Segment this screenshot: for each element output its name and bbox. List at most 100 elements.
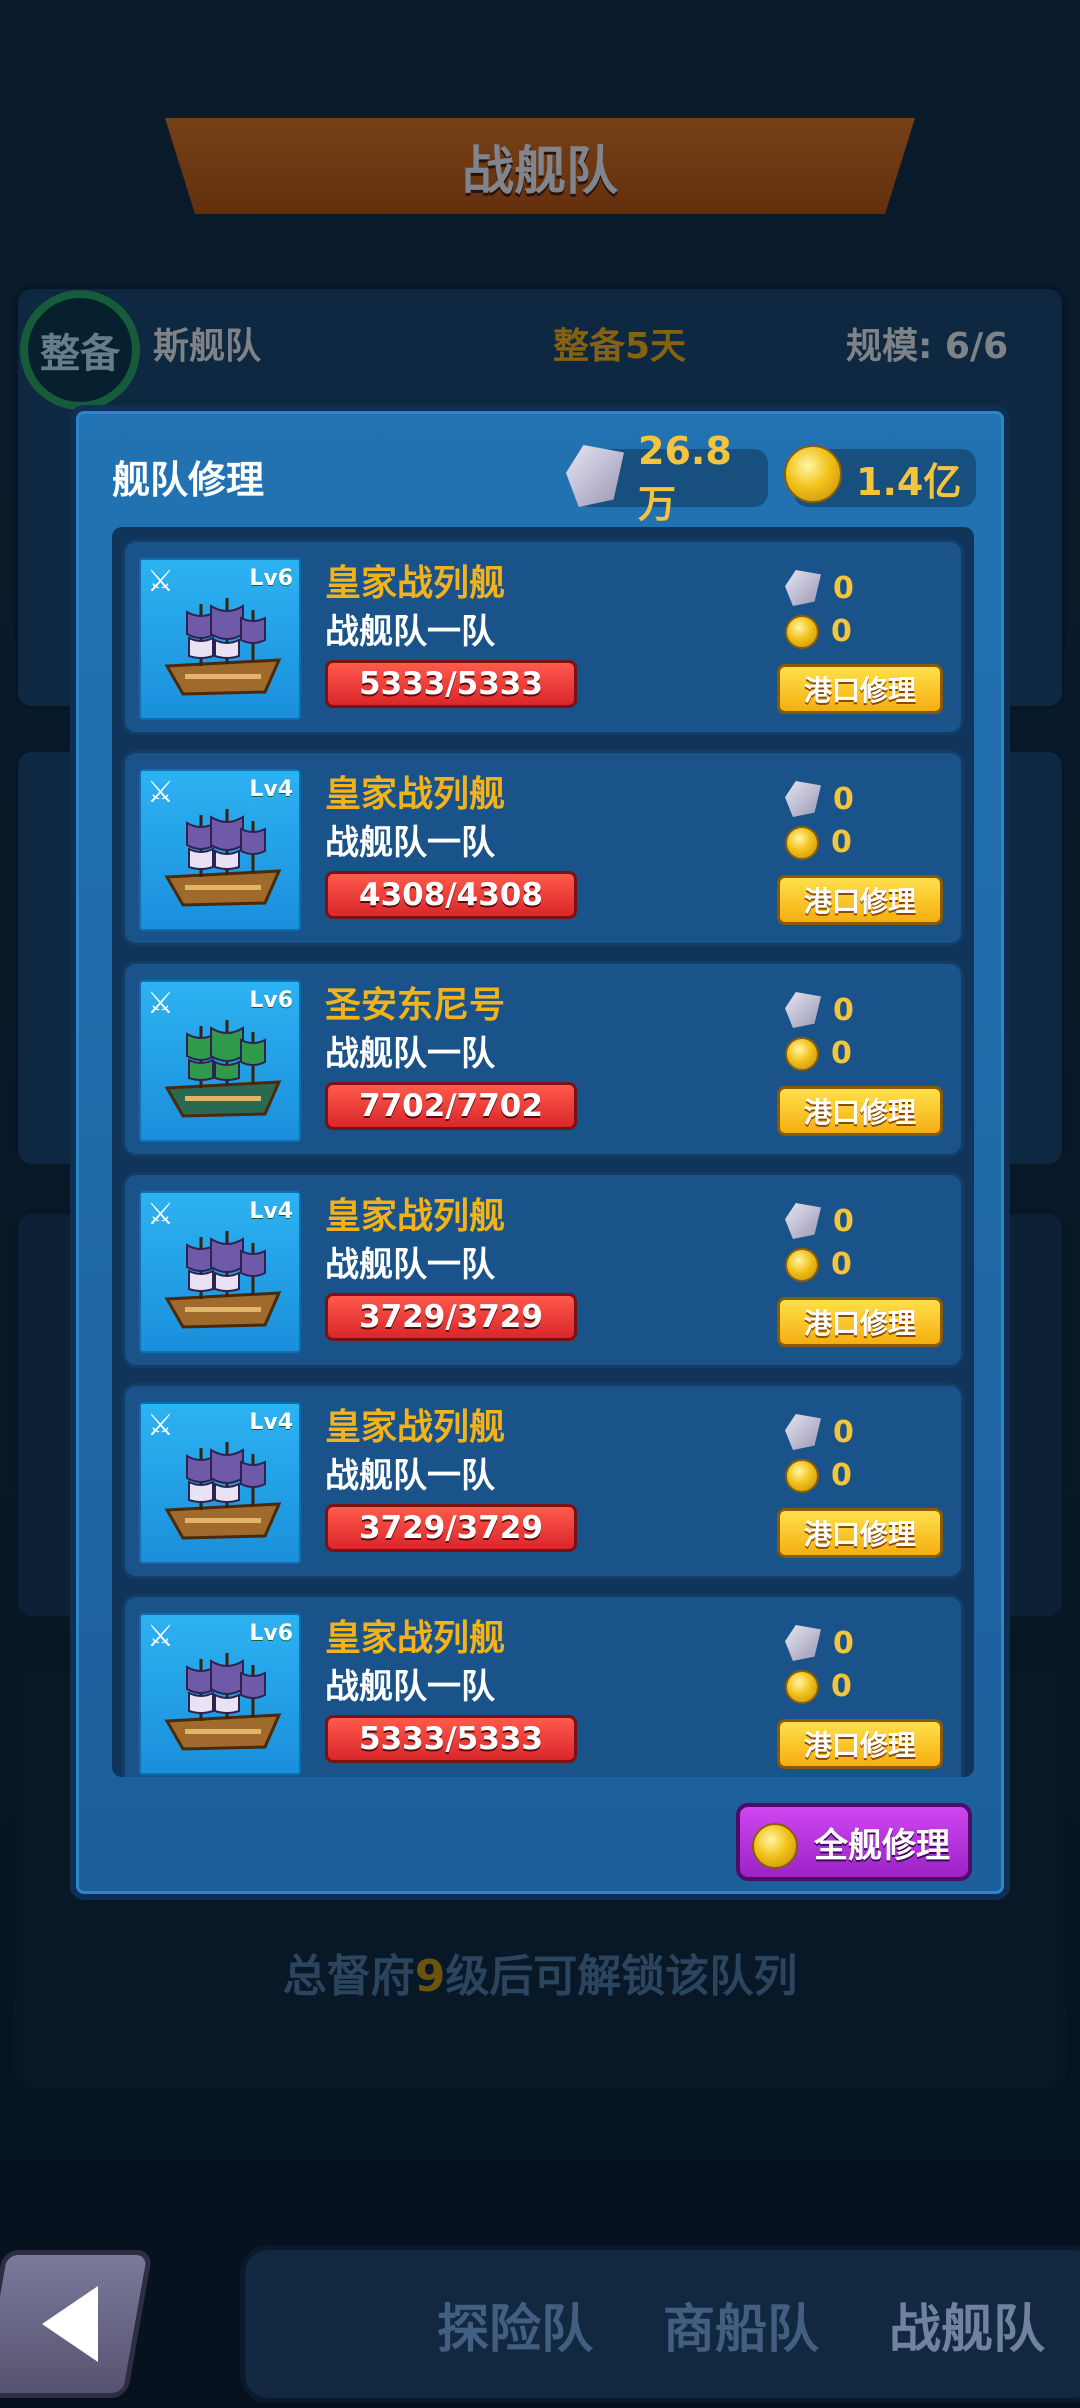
back-arrow-icon (42, 2286, 98, 2362)
coin-icon (785, 825, 819, 860)
gem-cost: 0 (785, 570, 854, 606)
fleet-repair-dialog: 舰队修理 26.8万 1.4亿 ⚔ Lv6 皇家战列舰 战舰队一队 5333/5… (70, 405, 1010, 1900)
gem-icon (785, 781, 821, 817)
coin-cost-value: 0 (831, 614, 852, 649)
ship-hp-bar: 4308/4308 (325, 871, 577, 919)
port-repair-button[interactable]: 港口修理 (777, 664, 943, 714)
coin-cost-value: 0 (831, 825, 852, 860)
port-repair-button[interactable]: 港口修理 (777, 1508, 943, 1558)
back-button[interactable] (0, 2250, 154, 2398)
ship-name: 皇家战列舰 (325, 1196, 506, 1237)
tab-merchant[interactable]: 商船队 (663, 2287, 819, 2362)
ship-fleet: 战舰队一队 (325, 823, 495, 863)
coin-icon (785, 614, 819, 649)
gem-amount: 26.8万 (638, 428, 732, 526)
coin-cost: 0 (785, 825, 852, 860)
gem-icon (785, 1625, 821, 1661)
coin-icon (785, 1458, 819, 1493)
gem-icon (785, 1203, 821, 1239)
gem-balance: 26.8万 (566, 429, 768, 526)
ship-fleet: 战舰队一队 (325, 1034, 495, 1074)
coin-amount: 1.4亿 (856, 459, 962, 504)
gem-cost-value: 0 (833, 1414, 854, 1450)
ship-portrait: ⚔ Lv4 (139, 1402, 301, 1564)
repair-all-button[interactable]: 全舰修理 (736, 1803, 972, 1881)
coin-icon (785, 1036, 819, 1071)
ship-fleet: 战舰队一队 (325, 1456, 495, 1496)
ship-name: 皇家战列舰 (325, 563, 506, 604)
coin-cost-value: 0 (831, 1669, 852, 1704)
gem-cost-value: 0 (833, 1625, 854, 1661)
gem-cost-value: 0 (833, 781, 854, 817)
coin-icon (752, 1823, 798, 1869)
coin-icon (785, 1247, 819, 1282)
gem-icon (566, 445, 624, 507)
gem-cost: 0 (785, 1625, 854, 1661)
ship-icon (164, 809, 282, 907)
ship-hp-bar: 7702/7702 (325, 1082, 577, 1130)
coin-cost: 0 (785, 614, 852, 649)
ship-level: Lv4 (249, 1199, 293, 1224)
coin-cost-value: 0 (831, 1247, 852, 1282)
gem-cost-value: 0 (833, 570, 854, 606)
coin-cost: 0 (785, 1036, 852, 1071)
ship-level: Lv4 (249, 777, 293, 802)
ship-portrait: ⚔ Lv6 (139, 980, 301, 1142)
ship-level: Lv6 (249, 1621, 293, 1646)
ship-portrait: ⚔ Lv4 (139, 1191, 301, 1353)
ship-list[interactable]: ⚔ Lv6 皇家战列舰 战舰队一队 5333/5333 0 0 港口修理 ⚔ L… (112, 527, 974, 1777)
coin-icon (784, 445, 842, 503)
ship-row: ⚔ Lv6 圣安东尼号 战舰队一队 7702/7702 0 0 港口修理 (122, 961, 964, 1157)
ship-level: Lv6 (249, 988, 293, 1013)
port-repair-button[interactable]: 港口修理 (777, 1297, 943, 1347)
gem-cost-value: 0 (833, 992, 854, 1028)
ship-level: Lv6 (249, 566, 293, 591)
ship-name: 圣安东尼号 (325, 985, 506, 1026)
gem-icon (785, 570, 821, 606)
port-repair-button[interactable]: 港口修理 (777, 1086, 943, 1136)
ship-row: ⚔ Lv4 皇家战列舰 战舰队一队 3729/3729 0 0 港口修理 (122, 1383, 964, 1579)
gem-cost-value: 0 (833, 1203, 854, 1239)
ship-fleet: 战舰队一队 (325, 1245, 495, 1285)
ship-fleet: 战舰队一队 (325, 1667, 495, 1707)
ship-portrait: ⚔ Lv4 (139, 769, 301, 931)
ship-fleet: 战舰队一队 (325, 612, 495, 652)
dialog-title: 舰队修理 (112, 458, 265, 502)
ship-icon (164, 598, 282, 696)
ship-hp-bar: 3729/3729 (325, 1504, 577, 1552)
coin-cost: 0 (785, 1669, 852, 1704)
coin-icon (785, 1669, 819, 1704)
port-repair-button[interactable]: 港口修理 (777, 875, 943, 925)
repair-all-label: 全舰修理 (814, 1825, 950, 1866)
gem-icon (785, 1414, 821, 1450)
coin-cost-value: 0 (831, 1036, 852, 1071)
coin-cost: 0 (785, 1247, 852, 1282)
ship-row: ⚔ Lv6 皇家战列舰 战舰队一队 5333/5333 0 0 港口修理 (122, 1594, 964, 1777)
port-repair-button[interactable]: 港口修理 (777, 1719, 943, 1769)
tab-warship[interactable]: 战舰队 (889, 2287, 1045, 2362)
fleet-tab-bar: 探险队 商船队 战舰队 (240, 2245, 1080, 2403)
gem-cost: 0 (785, 1203, 854, 1239)
ship-icon (164, 1653, 282, 1751)
coin-cost: 0 (785, 1458, 852, 1493)
ship-row: ⚔ Lv6 皇家战列舰 战舰队一队 5333/5333 0 0 港口修理 (122, 539, 964, 735)
ship-row: ⚔ Lv4 皇家战列舰 战舰队一队 3729/3729 0 0 港口修理 (122, 1172, 964, 1368)
ship-hp-bar: 5333/5333 (325, 660, 577, 708)
ship-hp-bar: 5333/5333 (325, 1715, 577, 1763)
ship-name: 皇家战列舰 (325, 1407, 506, 1448)
ship-portrait: ⚔ Lv6 (139, 558, 301, 720)
tab-expedition[interactable]: 探险队 (437, 2287, 593, 2362)
ship-icon (164, 1231, 282, 1329)
coin-cost-value: 0 (831, 1458, 852, 1493)
coin-balance: 1.4亿 (784, 445, 976, 507)
ship-icon (164, 1020, 282, 1118)
gem-icon (785, 992, 821, 1028)
ship-name: 皇家战列舰 (325, 774, 506, 815)
ship-hp-bar: 3729/3729 (325, 1293, 577, 1341)
gem-cost: 0 (785, 781, 854, 817)
ship-row: ⚔ Lv4 皇家战列舰 战舰队一队 4308/4308 0 0 港口修理 (122, 750, 964, 946)
ship-name: 皇家战列舰 (325, 1618, 506, 1659)
gem-cost: 0 (785, 992, 854, 1028)
ship-portrait: ⚔ Lv6 (139, 1613, 301, 1775)
ship-icon (164, 1442, 282, 1540)
